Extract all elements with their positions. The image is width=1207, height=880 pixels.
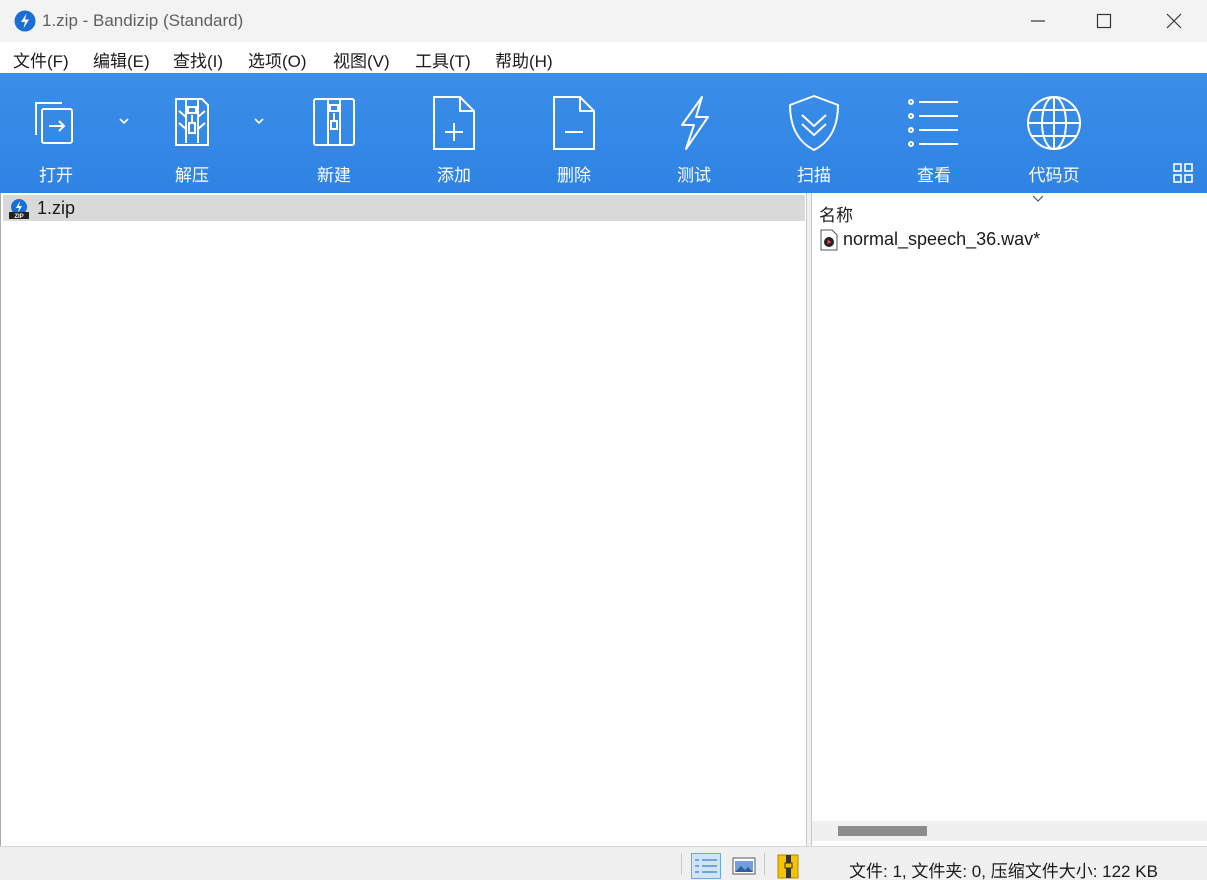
menu-file[interactable]: 文件(F) [13, 47, 69, 72]
add-file-icon [433, 96, 475, 150]
close-icon [1166, 13, 1182, 29]
layout-grid-icon[interactable] [1172, 162, 1194, 184]
new-archive-button[interactable]: 新建 [284, 73, 384, 193]
extract-button[interactable]: 解压 [142, 73, 242, 193]
codepage-button[interactable]: 代码页 [1004, 73, 1104, 193]
extract-dropdown-chevron-icon[interactable] [249, 111, 269, 131]
folder-tree-pane[interactable]: ZIP 1.zip [0, 193, 806, 846]
maximize-button[interactable] [1081, 0, 1127, 42]
open-label: 打开 [39, 166, 73, 185]
extract-icon [175, 98, 209, 146]
view-label: 查看 [917, 166, 951, 185]
tree-item-archive[interactable]: ZIP 1.zip [3, 195, 805, 221]
menu-edit[interactable]: 编辑(E) [93, 47, 150, 72]
view-button[interactable]: 查看 [884, 73, 984, 193]
status-separator [764, 853, 765, 875]
delete-file-icon [553, 96, 595, 150]
scan-label: 扫描 [797, 166, 831, 185]
add-label: 添加 [437, 166, 471, 185]
minimize-icon [1031, 20, 1045, 22]
column-name-label: 名称 [819, 206, 853, 225]
open-dropdown-chevron-icon[interactable] [114, 111, 134, 131]
details-view-icon[interactable] [691, 853, 721, 879]
file-list-pane[interactable]: 名称 normal_speech_36.wav* [812, 193, 1207, 846]
menu-help[interactable]: 帮助(H) [495, 47, 553, 72]
status-bar: 文件: 1, 文件夹: 0, 压缩文件大小: 122 KB [0, 846, 1207, 880]
menu-tools[interactable]: 工具(T) [415, 47, 471, 72]
file-name: normal_speech_36.wav* [843, 229, 1041, 249]
add-button[interactable]: 添加 [404, 73, 504, 193]
delete-label: 删除 [557, 166, 591, 185]
menu-options[interactable]: 选项(O) [248, 47, 307, 72]
status-text: 文件: 1, 文件夹: 0, 压缩文件大小: 122 KB [849, 862, 1158, 880]
scan-shield-icon [789, 95, 839, 151]
delete-button[interactable]: 删除 [524, 73, 624, 193]
menu-bar: 文件(F) 编辑(E) 查找(I) 选项(O) 视图(V) 工具(T) 帮助(H… [0, 42, 1207, 73]
new-archive-label: 新建 [317, 166, 351, 185]
extract-label: 解压 [175, 166, 209, 185]
svg-text:ZIP: ZIP [14, 214, 23, 220]
open-icon [35, 102, 73, 144]
bandizip-window: 1.zip - Bandizip (Standard) 文件(F) 编辑(E) … [0, 0, 1207, 880]
archive-info-icon[interactable] [774, 853, 804, 879]
menu-find[interactable]: 查找(I) [173, 47, 223, 72]
window-title: 1.zip - Bandizip (Standard) [42, 11, 244, 30]
minimize-button[interactable] [1015, 0, 1061, 42]
test-lightning-icon [681, 96, 709, 150]
status-separator [681, 853, 682, 875]
scrollbar-thumb[interactable] [838, 826, 927, 836]
maximize-icon [1096, 13, 1112, 29]
bandizip-app-icon [14, 10, 36, 32]
test-button[interactable]: 测试 [644, 73, 744, 193]
audio-file-icon [820, 229, 838, 251]
new-archive-icon [313, 98, 355, 146]
title-bar: 1.zip - Bandizip (Standard) [0, 0, 1207, 42]
file-row[interactable]: normal_speech_36.wav* [812, 227, 1207, 253]
codepage-globe-icon [1027, 96, 1081, 150]
test-label: 测试 [677, 166, 711, 185]
menu-view[interactable]: 视图(V) [333, 47, 390, 72]
view-list-icon [908, 99, 958, 147]
zip-archive-icon: ZIP [9, 199, 29, 220]
preview-view-icon[interactable] [730, 853, 760, 879]
sort-chevron-down-icon [1032, 195, 1044, 202]
codepage-label: 代码页 [1028, 166, 1080, 185]
close-button[interactable] [1151, 0, 1197, 42]
scan-button[interactable]: 扫描 [764, 73, 864, 193]
tree-item-label: 1.zip [37, 198, 76, 218]
horizontal-scrollbar[interactable] [812, 821, 1207, 841]
open-button[interactable]: 打开 [6, 73, 106, 193]
toolbar: 打开 解压 新建 添加 删除 测试 扫描 查看 代码页 [0, 73, 1207, 193]
column-header-name[interactable]: 名称 [812, 193, 1207, 227]
